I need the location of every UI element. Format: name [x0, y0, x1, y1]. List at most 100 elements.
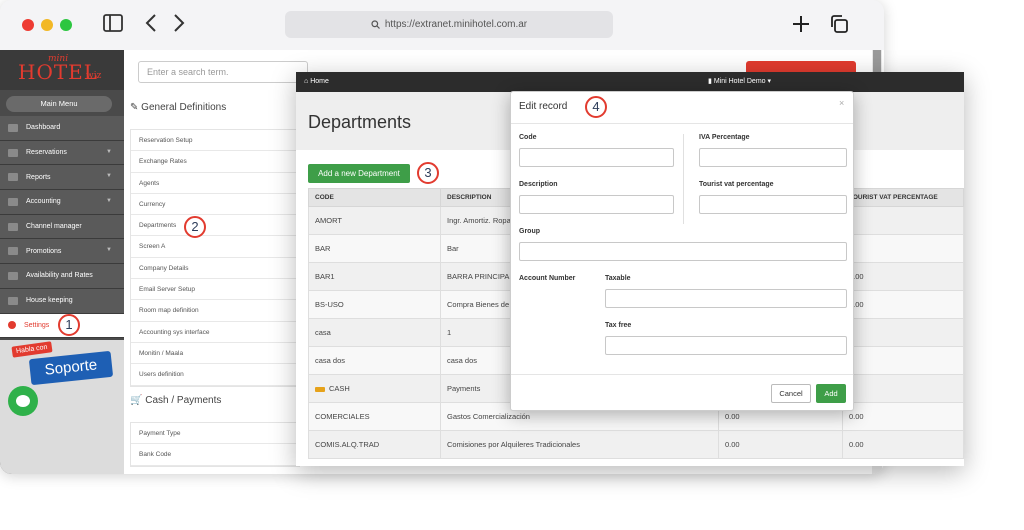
cash-payments-title: 🛒 Cash / Payments — [130, 395, 221, 406]
chevron-down-icon: ▼ — [106, 247, 112, 254]
plus-icon[interactable] — [790, 14, 812, 36]
cell-code-text: CASH — [329, 384, 350, 393]
edit-record-modal: Edit record × Code IVA Percentage Descri… — [510, 91, 854, 411]
description-field[interactable] — [519, 195, 674, 214]
tax-free-field[interactable] — [605, 336, 847, 355]
tourist-vat-field[interactable] — [699, 195, 847, 214]
settings-item-departments[interactable]: Departments — [131, 215, 299, 237]
general-definitions-list: Reservation Setup Exchange Rates Agents … — [130, 129, 300, 387]
description-label: Description — [519, 181, 558, 188]
account-number-label: Account Number — [519, 275, 576, 282]
browser-toolbar: https://extranet.minihotel.com.ar — [0, 0, 884, 50]
add-department-button[interactable]: Add a new Department — [308, 164, 410, 183]
dashboard-icon — [8, 123, 18, 132]
maximize-window-button[interactable] — [60, 19, 72, 31]
home-link[interactable]: ⌂ Home — [304, 72, 329, 92]
column-header-tourist-vat[interactable]: TOURIST VAT PERCENTAGE — [842, 188, 964, 207]
calendar-icon — [8, 148, 18, 157]
tax-free-label: Tax free — [605, 322, 632, 329]
general-definitions-label: General Definitions — [141, 102, 227, 113]
chat-button[interactable] — [8, 386, 38, 416]
cell-tourist — [842, 206, 964, 235]
settings-item[interactable]: Bank Code — [131, 444, 299, 466]
settings-item[interactable]: Currency — [131, 194, 299, 216]
sidebar-item-label: Reports — [26, 173, 51, 181]
chevron-down-icon: ▼ — [106, 198, 112, 205]
settings-item[interactable]: Exchange Rates — [131, 151, 299, 173]
broom-icon — [8, 296, 18, 305]
cell-code: CASH — [308, 374, 441, 403]
sidebar-item-reports[interactable]: Reports ▼ — [0, 165, 124, 191]
minimize-window-button[interactable] — [41, 19, 53, 31]
add-button[interactable]: Add — [816, 384, 846, 403]
code-field[interactable] — [519, 148, 674, 167]
sidebar-icon[interactable] — [102, 14, 124, 36]
cell-code: AMORT — [308, 206, 441, 235]
cell-code: casa — [308, 318, 441, 347]
close-window-button[interactable] — [22, 19, 34, 31]
settings-item[interactable]: Room map definition — [131, 300, 299, 322]
iva-percentage-field[interactable] — [699, 148, 847, 167]
cell-tourist: 0.00 — [842, 290, 964, 319]
settings-item[interactable]: Payment Type — [131, 423, 299, 445]
sidebar-item-label: Channel manager — [26, 223, 82, 231]
search-input[interactable]: Enter a search term. — [138, 61, 308, 83]
cell-code: BAR1 — [308, 262, 441, 291]
cell-tourist: 0.00 — [842, 262, 964, 291]
sidebar-item-accounting[interactable]: Accounting ▼ — [0, 190, 124, 215]
tourist-vat-label: Tourist vat percentage — [699, 181, 774, 188]
main-menu-header: Main Menu — [6, 96, 112, 112]
sidebar-item-label: Accounting — [26, 198, 61, 206]
chevron-right-icon[interactable] — [168, 14, 190, 36]
sidebar-item-housekeeping[interactable]: House keeping — [0, 288, 124, 314]
group-field[interactable] — [519, 242, 847, 261]
settings-item[interactable]: Screen A — [131, 236, 299, 258]
column-header-code[interactable]: CODE — [308, 188, 441, 207]
cell-description: Comisiones por Alquileres Tradicionales — [440, 430, 719, 459]
step-marker-2: 2 — [184, 216, 206, 238]
sidebar-menu: Dashboard Reservations ▼ Reports ▼ Account… — [0, 116, 124, 339]
cart-icon: 🛒 — [130, 395, 143, 406]
cancel-button[interactable]: Cancel — [771, 384, 811, 403]
sidebar-item-channel-manager[interactable]: Channel manager — [0, 214, 124, 240]
cell-tourist — [842, 346, 964, 375]
modal-title: Edit record — [519, 101, 568, 112]
cell-tourist: 0.00 — [842, 430, 964, 459]
settings-item[interactable]: Company Details — [131, 258, 299, 280]
sitemap-icon — [8, 247, 18, 256]
pencil-icon: ✎ — [130, 102, 139, 113]
cell-tourist: 0.00 — [842, 402, 964, 431]
home-label: Home — [310, 78, 329, 85]
hotel-menu[interactable]: ▮ Mini Hotel Demo ▾ — [708, 72, 771, 92]
tabs-icon[interactable] — [828, 14, 850, 36]
sidebar-item-reservations[interactable]: Reservations ▼ — [0, 140, 124, 166]
page-title: Departments — [308, 112, 412, 132]
taxable-label: Taxable — [605, 275, 631, 282]
sidebar-item-promotions[interactable]: Promotions ▼ — [0, 239, 124, 265]
modal-header: Edit record × — [511, 92, 853, 124]
settings-item[interactable]: Accounting sys interface — [131, 322, 299, 343]
settings-item[interactable]: Reservation Setup — [131, 130, 299, 152]
sidebar-item-label: Reservations — [26, 149, 67, 157]
sidebar-item-label: Dashboard — [26, 124, 61, 132]
cash-payments-label: Cash / Payments — [145, 395, 222, 406]
step-marker-3: 3 — [417, 162, 439, 184]
general-definitions-title: ✎ General Definitions — [130, 102, 226, 113]
logo[interactable]: mini HOTEL wiz — [0, 50, 124, 90]
chart-icon — [8, 173, 18, 182]
sidebar-item-dashboard[interactable]: Dashboard — [0, 116, 124, 141]
channel-icon — [8, 222, 18, 231]
settings-item[interactable]: Agents — [131, 173, 299, 194]
address-bar[interactable]: https://extranet.minihotel.com.ar — [285, 11, 613, 38]
settings-item[interactable]: Users definition — [131, 364, 299, 386]
group-label: Group — [519, 228, 540, 235]
table-row[interactable]: COMIS.ALQ.TRAD Comisiones por Alquileres … — [308, 430, 964, 459]
close-icon[interactable]: × — [839, 98, 844, 108]
settings-item[interactable]: Monitin / Maala — [131, 343, 299, 365]
taxable-field[interactable] — [605, 289, 847, 308]
cash-payments-list: Payment Type Bank Code — [130, 422, 300, 467]
sidebar-item-label: Promotions — [26, 247, 62, 255]
sidebar-item-availability[interactable]: Availability and Rates — [0, 264, 124, 289]
chevron-left-icon[interactable] — [140, 14, 162, 36]
settings-item[interactable]: Email Server Setup — [131, 279, 299, 301]
